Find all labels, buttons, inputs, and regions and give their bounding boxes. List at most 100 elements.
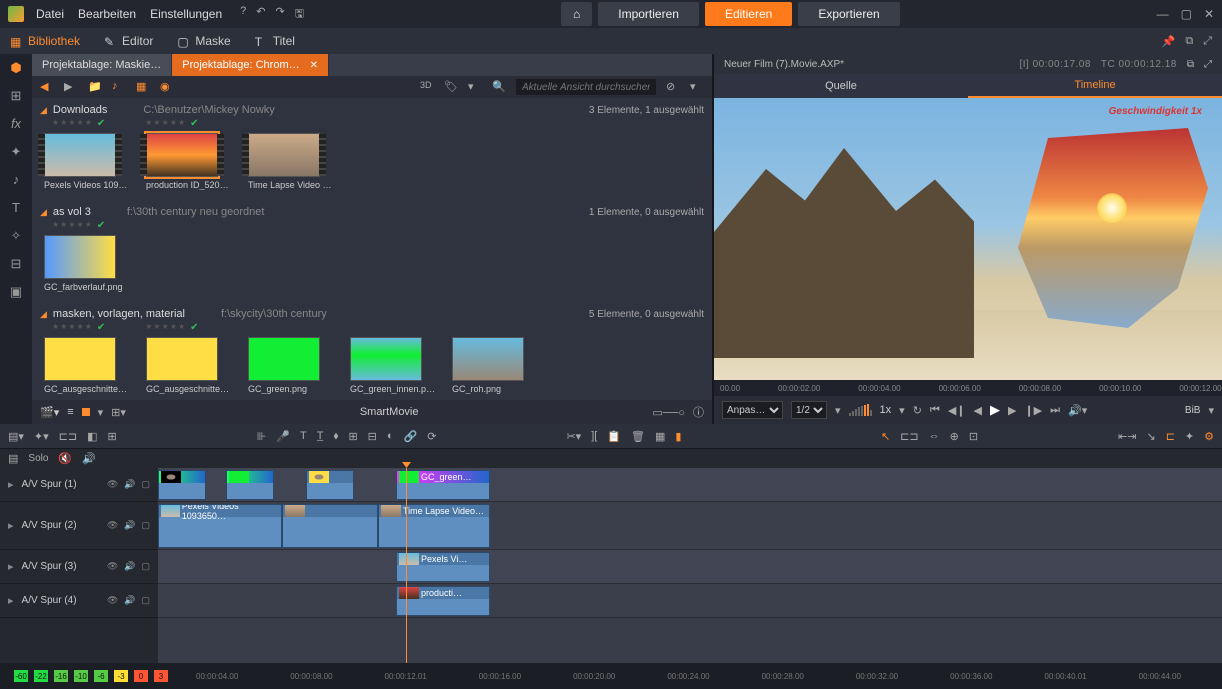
tab-editor[interactable]: ✎Editor bbox=[104, 34, 153, 48]
volume-icon[interactable]: 🔊▾ bbox=[1068, 404, 1087, 417]
eye-icon[interactable]: 👁 bbox=[107, 479, 118, 490]
trim-icon[interactable]: ][ bbox=[591, 430, 597, 442]
split-icon[interactable]: ⊟ bbox=[368, 430, 377, 443]
chevron-down-icon[interactable]: ▾ bbox=[468, 80, 482, 94]
clip[interactable]: Pexels Vi… bbox=[396, 552, 490, 582]
magnet-icon[interactable]: ⊏⊐ bbox=[59, 430, 77, 443]
text-icon[interactable]: T bbox=[300, 430, 307, 442]
library-thumb[interactable]: Pexels Videos 10936… bbox=[44, 133, 130, 190]
prev-frame-icon[interactable]: ◀ bbox=[974, 404, 982, 417]
3d-title-icon[interactable]: ⬧ bbox=[334, 430, 339, 443]
3d-icon[interactable]: 3D bbox=[420, 80, 434, 94]
lock-icon[interactable]: ▢ bbox=[141, 595, 150, 606]
search-input[interactable] bbox=[516, 79, 656, 95]
clip[interactable]: Pexels Videos 1093650… bbox=[158, 504, 282, 548]
track-header[interactable]: ▸ A/V Spur (3) 👁 🔊 ▢ bbox=[0, 550, 158, 584]
folder-icon[interactable]: 📁 bbox=[88, 80, 102, 94]
roll-icon[interactable]: ⊕ bbox=[950, 430, 959, 443]
eye-icon[interactable]: 👁 bbox=[107, 561, 118, 572]
slip-icon[interactable]: ⊏⊐ bbox=[900, 430, 918, 443]
motion-icon[interactable]: ⟳ bbox=[427, 430, 436, 443]
track-collapse-icon[interactable]: ▸ bbox=[8, 478, 14, 491]
arrow-tool-icon[interactable]: ↖ bbox=[881, 430, 890, 443]
lock-icon[interactable]: ▢ bbox=[141, 479, 150, 490]
close-tab-icon[interactable]: ✕ bbox=[310, 60, 318, 71]
clip[interactable] bbox=[282, 504, 378, 548]
library-tab[interactable]: Projektablage: Maskie… bbox=[32, 54, 172, 76]
track-add-icon[interactable]: ▤ bbox=[8, 452, 18, 465]
library-thumb[interactable]: GC_farbverlauf.png bbox=[44, 235, 130, 292]
overwrite-icon[interactable]: ⊏ bbox=[1166, 430, 1175, 443]
preview-ruler[interactable]: 00.0000:00:02.0000:00:04.0000:00:06.0000… bbox=[714, 380, 1222, 396]
track-header[interactable]: ▸ A/V Spur (4) 👁 🔊 ▢ bbox=[0, 584, 158, 618]
track-collapse-icon[interactable]: ▸ bbox=[8, 560, 14, 573]
grid-icon[interactable]: ⊞ bbox=[348, 430, 357, 443]
play-icon[interactable]: ▶ bbox=[990, 402, 1000, 418]
vol-all-icon[interactable]: 🔊 bbox=[82, 452, 96, 465]
view-menu-icon[interactable]: ▾ bbox=[98, 406, 104, 419]
eye-icon[interactable]: 👁 bbox=[107, 595, 118, 606]
maximize-icon[interactable]: ▢ bbox=[1181, 7, 1192, 21]
loop-icon[interactable]: ↻ bbox=[913, 404, 922, 417]
info-icon[interactable]: ⓘ bbox=[693, 404, 704, 420]
project-filter-icon[interactable]: ◉ bbox=[160, 80, 174, 94]
menu-settings[interactable]: Einstellungen bbox=[150, 7, 222, 21]
library-thumb[interactable]: production ID_5204… bbox=[146, 133, 232, 190]
tab-title[interactable]: TTitel bbox=[255, 34, 295, 48]
overlays-icon[interactable]: ✧ bbox=[8, 228, 24, 244]
insert-icon[interactable]: ↘ bbox=[1146, 430, 1155, 443]
ripple-icon[interactable]: ⇤⇥ bbox=[1118, 430, 1136, 443]
goto-start-icon[interactable]: ⏮ bbox=[930, 404, 940, 417]
clip[interactable] bbox=[306, 470, 354, 500]
clipboard-icon[interactable]: 📋 bbox=[607, 430, 621, 443]
step-back-icon[interactable]: ◀❙ bbox=[948, 404, 966, 417]
pin-icon[interactable]: 📌 bbox=[1162, 35, 1176, 48]
library-thumb[interactable]: Time Lapse Video Of… bbox=[248, 133, 334, 190]
minimize-icon[interactable]: — bbox=[1157, 7, 1169, 21]
bin-icon[interactable]: ⬢ bbox=[8, 60, 24, 76]
eye-icon[interactable]: 👁 bbox=[107, 520, 118, 531]
speaker-icon[interactable]: 🔊 bbox=[124, 479, 135, 490]
track-lane[interactable] bbox=[158, 550, 1222, 584]
snap-icon[interactable]: ✦▾ bbox=[34, 430, 49, 443]
transitions-icon[interactable]: ⊞ bbox=[8, 88, 24, 104]
zoom-menu-icon[interactable]: ▾ bbox=[835, 404, 841, 417]
track-header[interactable]: ▸ A/V Spur (2) 👁 🔊 ▢ bbox=[0, 502, 158, 550]
viewport[interactable]: Geschwindigkeit 1x bbox=[714, 98, 1222, 380]
library-thumb[interactable]: GC_ausgeschnitten.p… bbox=[44, 337, 130, 394]
delete-icon[interactable]: 🗑 bbox=[631, 430, 645, 443]
clip[interactable]: Time Lapse Video… bbox=[378, 504, 490, 548]
library-tab[interactable]: Projektablage: Chrom…✕ bbox=[172, 54, 329, 76]
clip[interactable]: producti… bbox=[396, 586, 490, 616]
tag-icon[interactable]: 🏷 bbox=[444, 80, 458, 94]
timeline-menu-icon[interactable]: ▤▾ bbox=[8, 430, 24, 443]
popout-icon[interactable]: ⧉ bbox=[1187, 59, 1194, 70]
library-thumb[interactable]: GC_green.png bbox=[248, 337, 334, 394]
timeline-tab[interactable]: Timeline bbox=[968, 74, 1222, 98]
color-icon[interactable]: ◐ bbox=[387, 430, 394, 442]
mute-all-icon[interactable]: 🔇 bbox=[58, 452, 72, 465]
home-button[interactable]: ⌂ bbox=[561, 2, 592, 26]
multicam-icon[interactable]: ⊞ bbox=[108, 430, 117, 443]
collapse-icon[interactable]: ◢ bbox=[40, 207, 47, 218]
library-group-header[interactable]: ◢ masken, vorlagen, material f:\skycity\… bbox=[40, 306, 704, 322]
track-header[interactable]: ▸ A/V Spur (1) 👁 🔊 ▢ bbox=[0, 468, 158, 502]
music-filter-icon[interactable]: ♪ bbox=[112, 80, 126, 94]
track-collapse-icon[interactable]: ▸ bbox=[8, 519, 14, 532]
vol-keyframe-icon[interactable]: ⊪ bbox=[257, 430, 267, 443]
clip[interactable] bbox=[158, 470, 206, 500]
collapse-icon[interactable]: ◢ bbox=[40, 105, 47, 116]
slide-icon[interactable]: ⇔ bbox=[929, 430, 940, 442]
library-group-header[interactable]: ◢ Downloads C:\Benutzer\Mickey Nowky 3 E… bbox=[40, 102, 704, 118]
undo-icon[interactable]: ↶ bbox=[256, 5, 265, 24]
nav-back-icon[interactable]: ◀ bbox=[40, 80, 54, 94]
rec-icon[interactable]: ▮ bbox=[675, 430, 681, 443]
menu-file[interactable]: Datei bbox=[36, 7, 64, 21]
settings-icon[interactable]: ⚙ bbox=[1204, 430, 1214, 443]
step-fwd-icon[interactable]: ❙▶ bbox=[1024, 404, 1042, 417]
tab-library[interactable]: ▦Bibliothek bbox=[10, 34, 80, 48]
options-icon[interactable]: ▾ bbox=[690, 80, 704, 94]
save-icon[interactable]: 🖫 bbox=[295, 5, 304, 24]
link-icon[interactable]: 🔗 bbox=[404, 430, 418, 443]
smartmovie-button[interactable]: SmartMovie bbox=[360, 406, 419, 418]
